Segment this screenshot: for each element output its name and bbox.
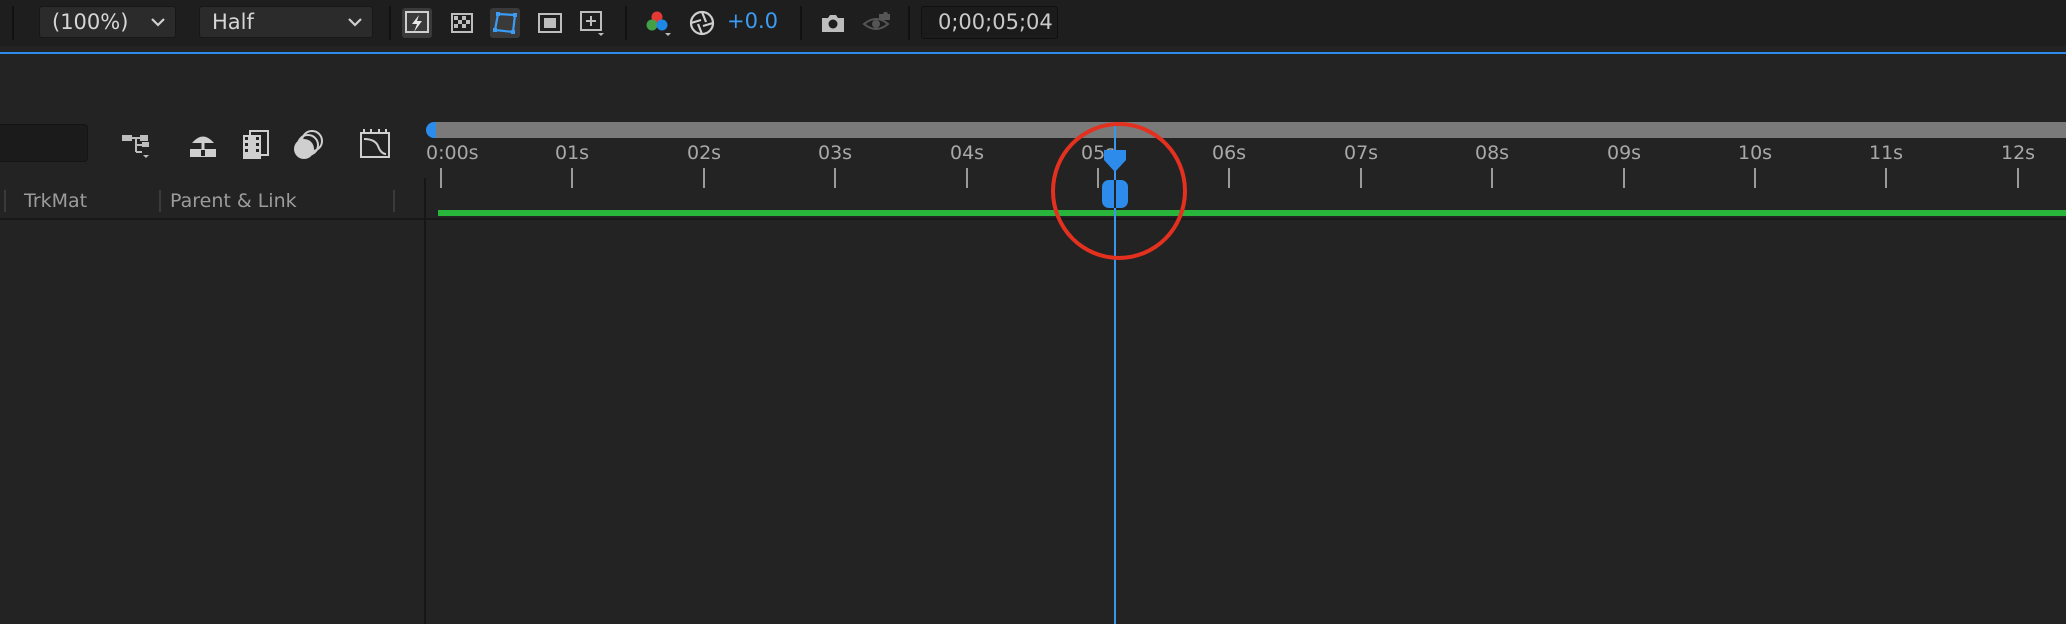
ruler-tick <box>1228 168 1230 188</box>
layer-column-header: TrkMat Parent & Link <box>0 186 424 216</box>
exposure-reset-icon[interactable] <box>687 8 717 38</box>
timeline-track-area[interactable] <box>426 220 2066 624</box>
channel-rgb-icon[interactable] <box>643 8 673 38</box>
ruler-tick <box>571 168 573 188</box>
viewer-toolbar: (100%) Half +0.0 0;00;05;04 <box>0 0 2066 46</box>
ruler-tick <box>1491 168 1493 188</box>
toolbar-divider <box>389 6 391 40</box>
layer-search-input[interactable] <box>0 124 88 162</box>
toolbar-divider <box>908 6 910 40</box>
ruler-label: 03s <box>818 142 853 164</box>
toolbar-divider <box>800 6 802 40</box>
current-time-field[interactable]: 0;00;05;04 <box>921 6 1058 39</box>
ruler-tick <box>834 168 836 188</box>
ruler-tick <box>966 168 968 188</box>
ruler-label: 01s <box>555 142 590 164</box>
ruler-label: 02s <box>687 142 722 164</box>
ruler-tick <box>2017 168 2019 188</box>
toolbar-divider <box>625 6 627 40</box>
toolbar-divider <box>12 6 14 40</box>
mask-path-visibility-icon[interactable] <box>490 8 520 38</box>
ruler-label: 10s <box>1738 142 1773 164</box>
chevron-down-icon <box>149 7 167 37</box>
header-divider <box>0 218 2066 220</box>
magnification-value: (100%) <box>52 10 129 34</box>
transparency-grid-icon[interactable] <box>447 8 477 38</box>
ruler-tick <box>1360 168 1362 188</box>
ruler-label: 07s <box>1344 142 1379 164</box>
exposure-value[interactable]: +0.0 <box>727 9 778 33</box>
show-snapshot-icon[interactable] <box>861 8 891 38</box>
resolution-value: Half <box>212 10 254 34</box>
snapshot-camera-icon[interactable] <box>818 8 848 38</box>
fast-previews-icon[interactable] <box>402 8 432 38</box>
column-divider <box>4 190 6 212</box>
time-ruler[interactable]: 0:00s 01s 02s 03s 04s 05s 06s 07s 08s 09… <box>426 140 2066 190</box>
time-navigator-bar[interactable] <box>436 122 2066 138</box>
motion-blur-icon[interactable] <box>290 126 326 162</box>
frame-blending-icon[interactable] <box>238 126 274 162</box>
magnification-dropdown[interactable]: (100%) <box>39 6 176 38</box>
composition-flowchart-icon[interactable] <box>118 126 154 162</box>
column-trkmat[interactable]: TrkMat <box>24 190 87 212</box>
graph-editor-icon[interactable] <box>357 126 393 162</box>
resolution-dropdown[interactable]: Half <box>199 6 373 38</box>
ruler-label: 12s <box>2001 142 2036 164</box>
ruler-label: 11s <box>1869 142 1904 164</box>
chevron-down-icon <box>346 7 364 37</box>
column-divider <box>159 190 161 212</box>
ruler-label: 08s <box>1475 142 1510 164</box>
ruler-tick <box>1754 168 1756 188</box>
column-parent-link[interactable]: Parent & Link <box>170 190 297 212</box>
region-of-interest-icon[interactable] <box>535 8 565 38</box>
ruler-tick <box>440 168 442 188</box>
ruler-label: 09s <box>1607 142 1642 164</box>
ruler-tick <box>1885 168 1887 188</box>
column-divider <box>393 190 395 212</box>
panel-split-divider[interactable] <box>424 178 426 624</box>
ruler-tick <box>703 168 705 188</box>
ruler-label: 0:00s <box>426 142 479 164</box>
ruler-label: 04s <box>950 142 985 164</box>
ruler-tick <box>1623 168 1625 188</box>
safe-margins-icon[interactable] <box>577 8 607 38</box>
draft-3d-icon[interactable] <box>185 126 221 162</box>
work-area-bar[interactable] <box>438 210 2066 216</box>
ruler-label: 06s <box>1212 142 1247 164</box>
highlight-circle-annotation <box>1051 122 1187 260</box>
